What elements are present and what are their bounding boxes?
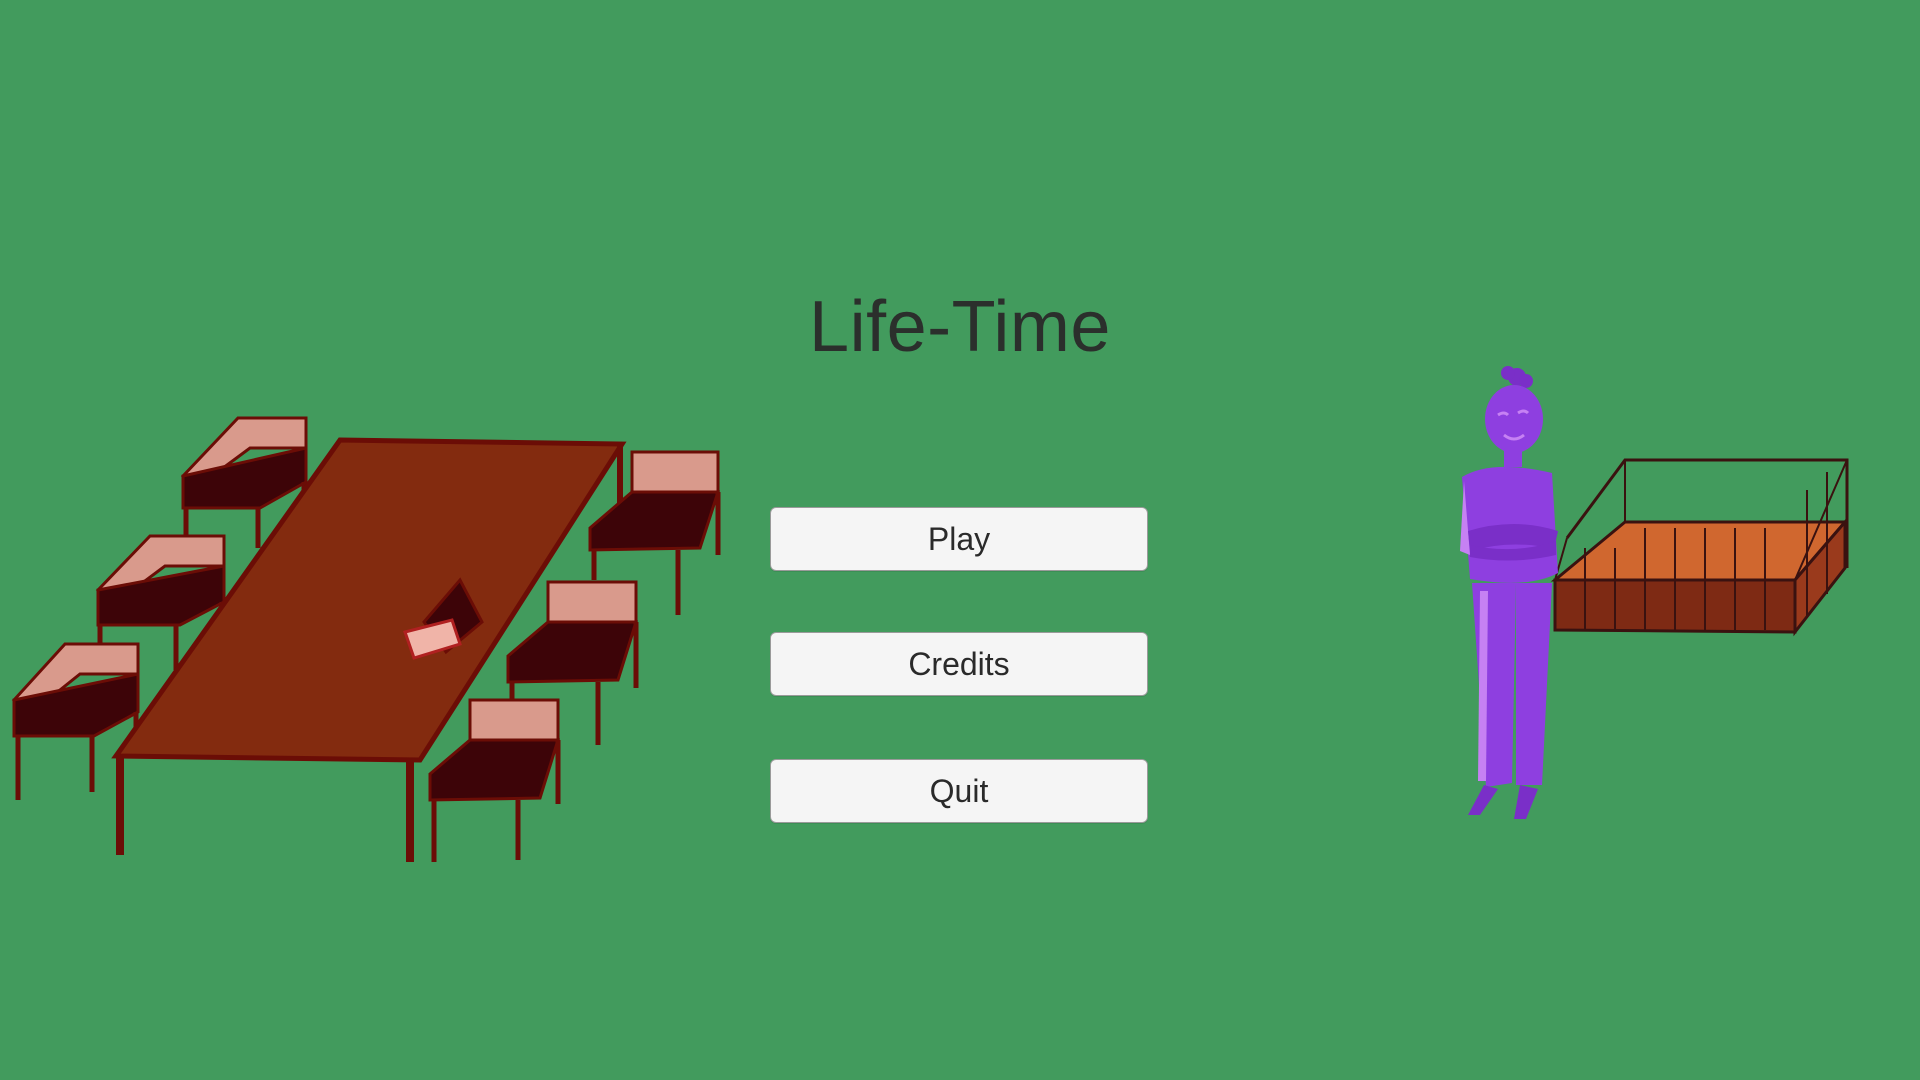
bench-front-right bbox=[428, 698, 561, 862]
play-button[interactable]: Play bbox=[770, 507, 1148, 571]
game-title: Life-Time bbox=[809, 287, 1111, 367]
main-menu-screen: Life-Time Play Credits Quit bbox=[0, 0, 1920, 1080]
credits-button[interactable]: Credits bbox=[770, 632, 1148, 696]
credits-button-label: Credits bbox=[908, 645, 1010, 682]
quit-button-label: Quit bbox=[929, 772, 989, 809]
table-illustration bbox=[11, 416, 721, 862]
bed-illustration bbox=[1550, 458, 1849, 637]
character-illustration bbox=[1460, 366, 1558, 819]
quit-button[interactable]: Quit bbox=[770, 759, 1148, 823]
play-button-label: Play bbox=[927, 520, 991, 557]
